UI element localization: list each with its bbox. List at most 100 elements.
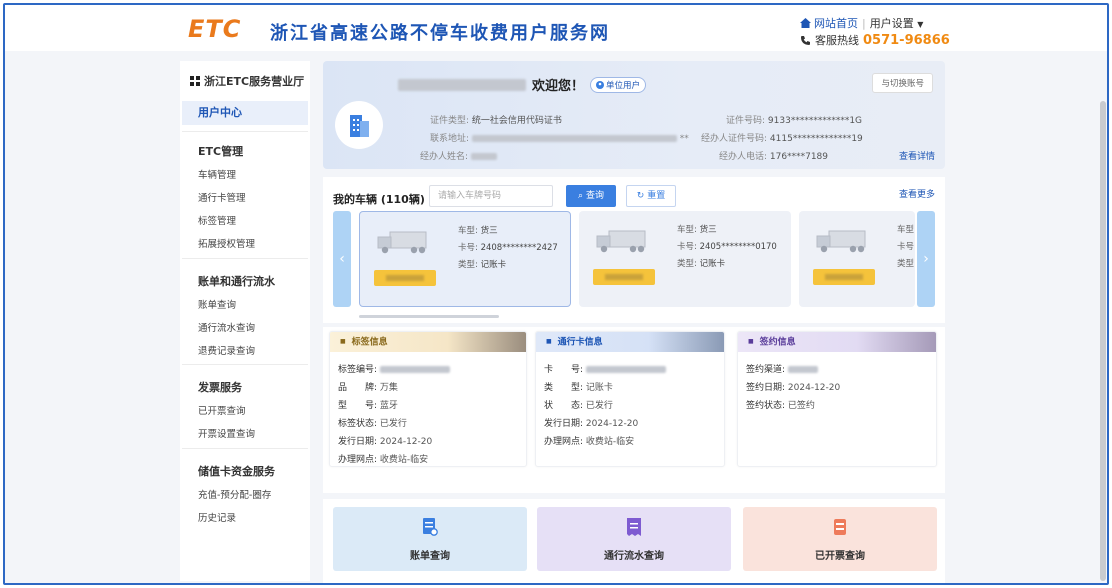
sidebar-item-refund-query[interactable]: 退费记录查询 <box>198 343 255 357</box>
divider <box>182 131 308 132</box>
user-type-badge: 单位用户 <box>590 76 647 93</box>
tag-model: 型 号: 蓝牙 <box>338 398 398 411</box>
agent-name: 经办人姓名: <box>420 149 497 162</box>
view-more-link[interactable]: 查看更多 <box>899 187 935 200</box>
type-value: 记账卡 <box>699 259 726 269</box>
vehicle-type: 类型: 记账卡 <box>677 257 725 269</box>
tag-issue-date: 发行日期: 2024-12-20 <box>338 434 432 447</box>
page-body: 浙江ETC服务营业厅 用户中心 ETC管理 车辆管理 通行卡管理 标签管理 拓展… <box>5 51 1107 583</box>
vehicle-card[interactable]: 车型: 货三 卡号: 2408********2427 类型: 记账卡 <box>359 211 571 307</box>
quick-invoice-query-label: 已开票查询 <box>815 551 865 562</box>
card-number-label: 卡号 <box>897 242 915 252</box>
user-settings-menu[interactable]: 用户设置 ▼ <box>870 15 924 31</box>
home-link[interactable]: 网站首页 <box>800 15 858 31</box>
sidebar-item-cards[interactable]: 通行卡管理 <box>198 190 246 204</box>
type-label: 类型: <box>677 259 697 269</box>
sidebar-item-traffic-query[interactable]: 通行流水查询 <box>198 320 255 334</box>
sidebar-item-invoice-settings[interactable]: 开票设置查询 <box>198 426 255 440</box>
carousel-prev-button[interactable]: ‹ <box>333 211 351 307</box>
avatar <box>335 101 383 149</box>
redacted-tag-number <box>379 366 450 373</box>
tag-outlet: 办理网点: 收费站-临安 <box>338 452 428 465</box>
vehicle-model: 车型: 货三 <box>677 223 717 235</box>
plate-search-input[interactable]: 请输入车牌号码 <box>429 185 553 207</box>
agent-id: 经办人证件号码: 4115*************19 <box>701 131 863 144</box>
sidebar-item-bill-query[interactable]: 账单查询 <box>198 297 236 311</box>
card-outlet-value: 收费站-临安 <box>585 437 635 447</box>
agent-id-label: 经办人证件号码: <box>701 134 768 144</box>
card-type-label: 类 型: <box>544 383 584 393</box>
sidebar-item-user-center[interactable]: 用户中心 <box>182 101 308 125</box>
sidebar-title: 浙江ETC服务营业厅 <box>190 73 304 89</box>
id-number-value: 9133*************1G <box>767 116 863 126</box>
vehicle-card[interactable]: 车型 卡号 类型 <box>799 211 915 307</box>
card-status-label: 状 态: <box>544 401 584 411</box>
etc-logo[interactable]: ETC <box>188 15 241 43</box>
sidebar-item-tags[interactable]: 标签管理 <box>198 213 236 227</box>
bill-icon <box>423 518 438 536</box>
card-info-panel: 通行卡信息 卡 号: 类 型: 记账卡 状 态: 已发行 发行日期: 2024-… <box>535 331 725 467</box>
card-info-title: 通行卡信息 <box>536 332 724 352</box>
top-nav: 网站首页 | 用户设置 ▼ <box>800 15 923 31</box>
carousel-next-button[interactable]: › <box>917 211 935 307</box>
invoice-icon <box>834 519 846 535</box>
model-value: 货三 <box>480 226 498 236</box>
carousel-scrollbar[interactable] <box>359 315 499 318</box>
tag-model-value: 蓝牙 <box>379 401 398 411</box>
sidebar-group-etc: ETC管理 <box>198 145 244 158</box>
id-type: 证件类型: 统一社会信用代码证书 <box>430 113 562 126</box>
quick-invoice-query[interactable]: 已开票查询 <box>743 507 937 571</box>
sidebar-item-vehicles[interactable]: 车辆管理 <box>198 167 236 181</box>
sidebar-item-auth[interactable]: 拓展授权管理 <box>198 236 255 250</box>
caret-down-icon: ▼ <box>917 20 924 29</box>
hotline: 客服热线 0571-96866 <box>800 32 950 48</box>
redacted-sign-channel <box>787 366 818 373</box>
vehicle-card[interactable]: 车型: 货三 卡号: 2405********0170 类型: 记账卡 <box>579 211 791 307</box>
card-type: 类 型: 记账卡 <box>544 380 613 393</box>
redacted-name <box>398 78 526 91</box>
agent-name-label: 经办人姓名: <box>420 152 469 162</box>
sidebar-group-funds: 储值卡资金服务 <box>198 465 275 478</box>
vehicle-card-number: 卡号: 2405********0170 <box>677 240 777 252</box>
chevron-right-icon: › <box>923 251 929 267</box>
sidebar-item-recharge[interactable]: 充值-预分配-圈存 <box>198 487 271 501</box>
tag-status-value: 已发行 <box>379 419 407 429</box>
card-issue-date-value: 2024-12-20 <box>585 419 639 429</box>
model-label: 车型: <box>458 226 478 236</box>
model-label: 车型: <box>677 225 697 235</box>
search-icon: ⌕ <box>578 191 584 201</box>
reset-icon: ↻ <box>636 191 645 201</box>
profile-panel: 欢迎您！ 单位用户 与切换账号 证件类型: 统一社会信用代码证书 联系地址: *… <box>323 61 945 169</box>
quick-traffic-query[interactable]: 通行流水查询 <box>537 507 731 571</box>
truck-icon <box>596 230 646 253</box>
card-status: 状 态: 已发行 <box>544 398 613 411</box>
welcome-text: 欢迎您！ <box>532 79 585 94</box>
card-issue-date-label: 发行日期: <box>544 419 584 429</box>
plate-badge <box>374 270 436 286</box>
card-outlet: 办理网点: 收费站-临安 <box>544 434 634 447</box>
sidebar-group-bills: 账单和通行流水 <box>198 275 275 288</box>
sidebar-item-invoice-issued[interactable]: 已开票查询 <box>198 403 246 417</box>
page-scrollbar[interactable] <box>1100 101 1106 581</box>
card-number-label: 卡号: <box>458 243 478 253</box>
card-no-label: 卡 号: <box>544 365 584 375</box>
switch-account-button[interactable]: 与切换账号 <box>872 73 933 93</box>
reset-button[interactable]: ↻ 重置 <box>626 185 676 207</box>
sidebar-item-history[interactable]: 历史记录 <box>198 510 236 524</box>
browser-frame: ETC 浙江省高速公路不停车收费用户服务网 网站首页 | 用户设置 ▼ 客服热线… <box>3 3 1109 585</box>
nav-separator: | <box>862 16 866 30</box>
user-badge-icon <box>596 80 605 89</box>
quick-bill-query[interactable]: 账单查询 <box>333 507 527 571</box>
query-button[interactable]: ⌕ 查询 <box>566 185 616 207</box>
address-label: 联系地址: <box>430 134 470 144</box>
view-details-link[interactable]: 查看详情 <box>899 149 935 162</box>
redacted-address <box>471 135 677 142</box>
card-number-label: 卡号: <box>677 242 697 252</box>
building-icon <box>350 115 369 137</box>
tag-number-label: 标签编号: <box>338 365 378 375</box>
vehicle-card-number: 卡号: 2408********2427 <box>458 241 558 253</box>
site-header: ETC 浙江省高速公路不停车收费用户服务网 网站首页 | 用户设置 ▼ 客服热线… <box>5 5 1107 51</box>
phone-icon <box>801 35 810 45</box>
sign-info-title: 签约信息 <box>738 332 936 352</box>
card-number-value: 2405********0170 <box>699 242 777 252</box>
